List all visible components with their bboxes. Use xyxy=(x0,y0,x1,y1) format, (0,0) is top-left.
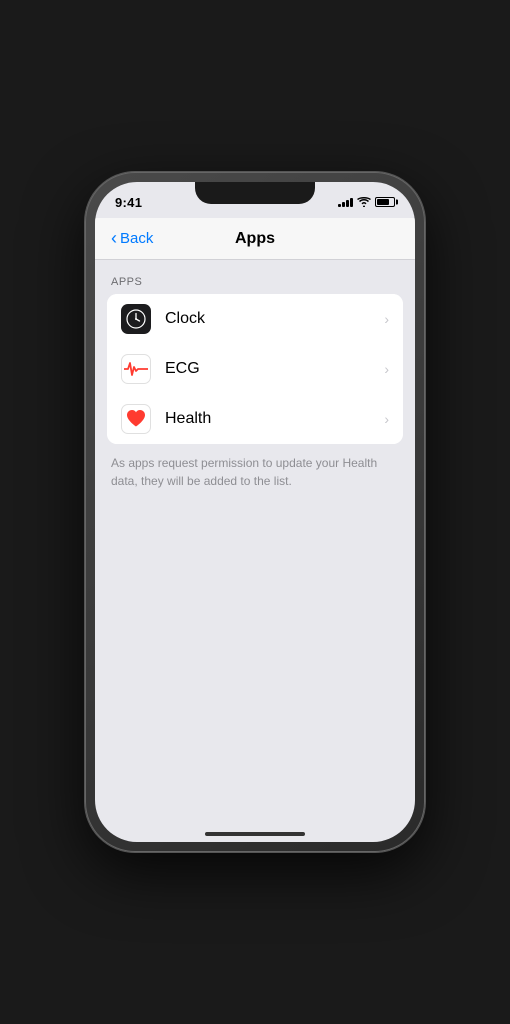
signal-icon xyxy=(338,197,353,207)
list-item-clock[interactable]: Clock › xyxy=(107,294,403,344)
health-app-icon xyxy=(121,404,151,434)
section-header: APPS xyxy=(95,260,415,294)
battery-icon xyxy=(375,197,395,207)
screen-content: ‹ Back Apps APPS xyxy=(95,218,415,842)
clock-chevron-icon: › xyxy=(384,311,389,327)
health-chevron-icon: › xyxy=(384,411,389,427)
apps-list: Clock › ECG › xyxy=(107,294,403,444)
back-button[interactable]: ‹ Back xyxy=(111,229,153,249)
footer-description: As apps request permission to update you… xyxy=(95,444,415,506)
list-item-health[interactable]: Health › xyxy=(107,394,403,444)
home-indicator xyxy=(205,832,305,836)
health-label: Health xyxy=(165,410,384,428)
page-title: Apps xyxy=(235,230,275,248)
list-item-ecg[interactable]: ECG › xyxy=(107,344,403,394)
content-area: APPS Clock › xyxy=(95,260,415,842)
ecg-app-icon xyxy=(121,354,151,384)
clock-label: Clock xyxy=(165,310,384,328)
ecg-label: ECG xyxy=(165,360,384,378)
status-time: 9:41 xyxy=(115,195,142,210)
notch xyxy=(195,182,315,204)
status-icons xyxy=(338,197,395,207)
wifi-icon xyxy=(357,197,371,207)
phone-screen: 9:41 xyxy=(95,182,415,842)
back-label: Back xyxy=(120,230,153,247)
navigation-bar: ‹ Back Apps xyxy=(95,218,415,260)
health-icon xyxy=(125,409,147,429)
clock-app-icon xyxy=(121,304,151,334)
back-chevron-icon: ‹ xyxy=(111,228,117,249)
phone-frame: 9:41 xyxy=(85,172,425,852)
ecg-chevron-icon: › xyxy=(384,361,389,377)
clock-icon xyxy=(125,308,147,330)
ecg-icon xyxy=(124,359,148,379)
